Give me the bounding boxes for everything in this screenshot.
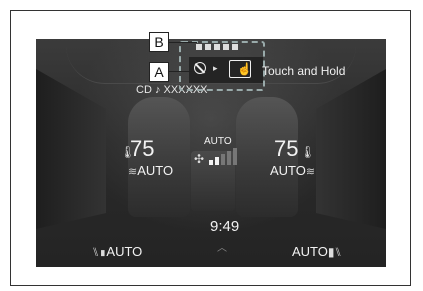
fan-icon: ✣ [194, 152, 205, 166]
fan-bar [227, 151, 231, 165]
dot [223, 44, 229, 50]
finger-icon: ☝ [237, 62, 252, 76]
dot [205, 44, 211, 50]
seat-left-mode: AUTO [106, 244, 143, 259]
callout-label-b: B [149, 32, 169, 52]
seat-heat-icon: ▮⑊ [327, 245, 342, 259]
fan-bar [233, 148, 237, 165]
no-entry-icon [194, 62, 206, 74]
driver-auto[interactable]: ≋AUTO [128, 163, 173, 178]
passenger-mode: AUTO [270, 163, 306, 178]
leader-line-a [169, 71, 192, 72]
passenger-temp[interactable]: 75 [274, 136, 298, 162]
touch-icon[interactable]: ☝ [229, 60, 252, 78]
fan-bar [215, 157, 219, 165]
airflow-icon: ≋ [128, 166, 138, 178]
seat-right-control[interactable]: AUTO▮⑊ [292, 244, 342, 259]
dot [232, 44, 238, 50]
seat-heat-icon: ⑊▮ [92, 245, 107, 259]
chevron-up-icon[interactable]: ︿ [217, 239, 227, 254]
fan-bar [209, 160, 213, 165]
driver-mode: AUTO [137, 163, 174, 178]
fan-auto[interactable]: AUTO [204, 136, 232, 147]
passenger-auto[interactable]: AUTO≋ [270, 163, 315, 178]
fan-bar [221, 154, 225, 165]
clock: 9:49 [210, 218, 240, 235]
thermometer-icon: 🌡︎ [300, 145, 316, 159]
fan-speed-bars[interactable] [209, 148, 237, 165]
callout-label-a: A [149, 62, 169, 82]
leader-line-b [169, 42, 197, 43]
seat-left-control[interactable]: ⑊▮AUTO [92, 244, 142, 259]
right-door [316, 69, 386, 229]
dot [196, 44, 202, 50]
arrow-right-icon: ▸ [213, 63, 218, 73]
indicator-dots [196, 44, 238, 50]
airflow-icon: ≋ [305, 166, 316, 178]
seat-right-mode: AUTO [292, 244, 328, 259]
driver-temp[interactable]: 75 [130, 136, 154, 162]
touch-and-hold-label: Touch and Hold [262, 64, 346, 78]
dot [214, 44, 220, 50]
left-door [36, 69, 106, 229]
